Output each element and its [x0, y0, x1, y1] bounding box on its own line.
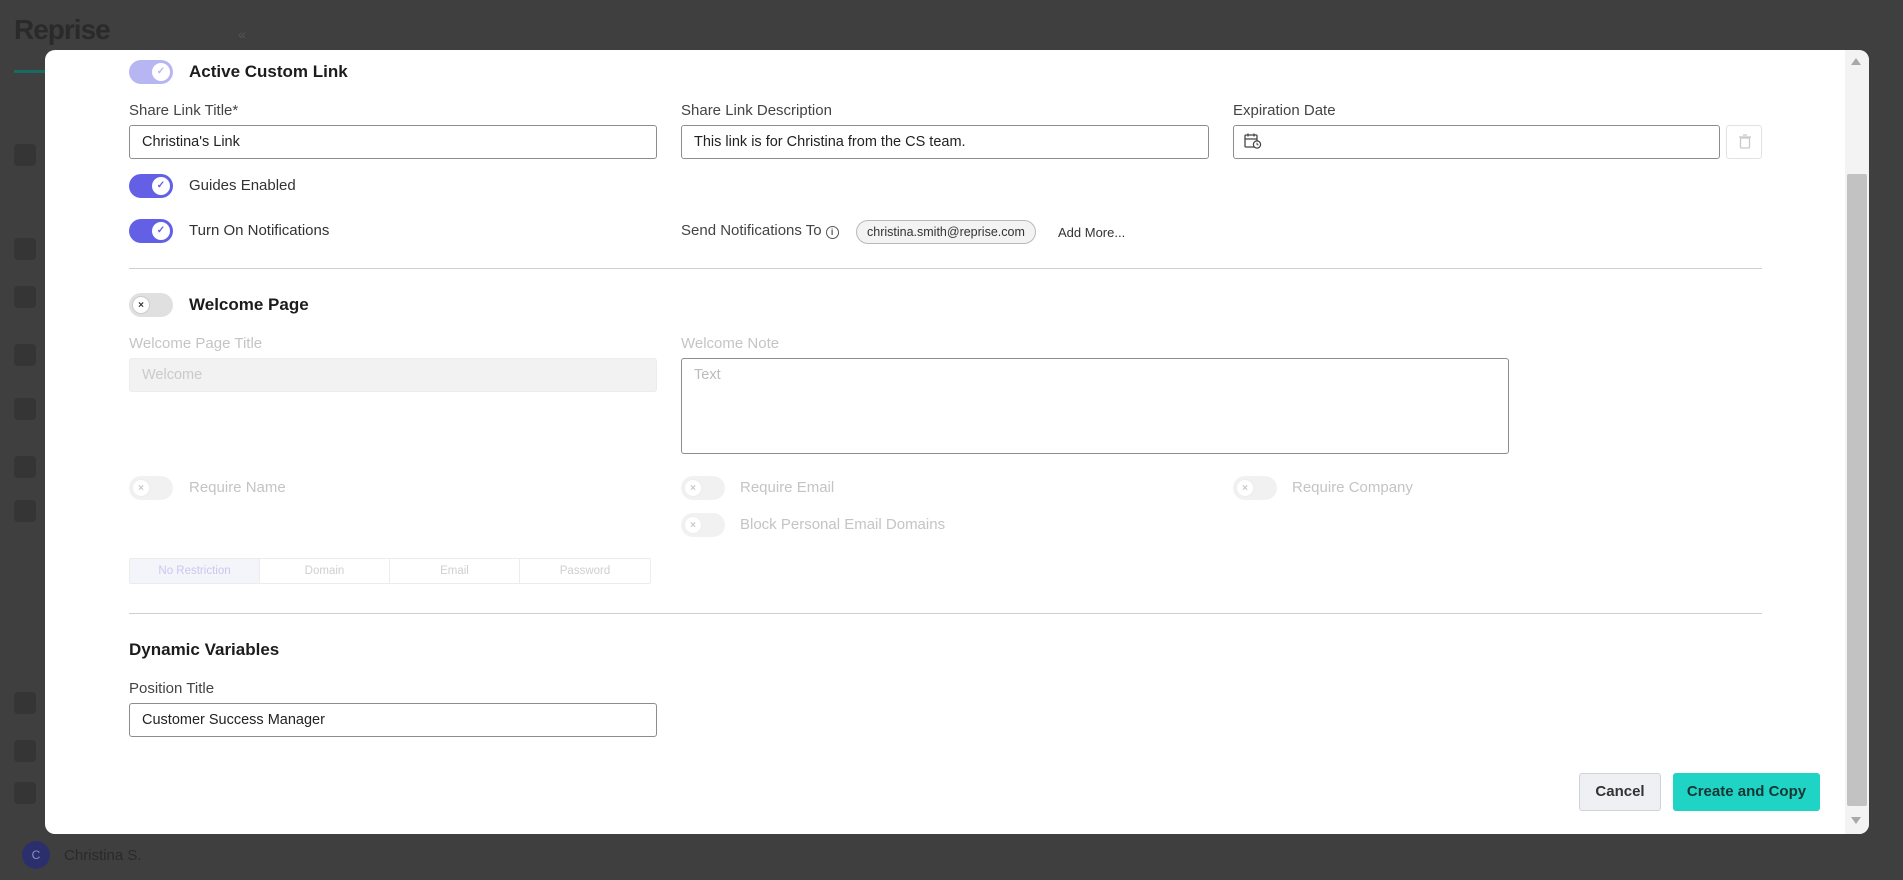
cancel-button[interactable]: Cancel — [1579, 773, 1661, 811]
sidebar-item — [14, 398, 44, 420]
require-name-label: Require Name — [189, 479, 286, 496]
sidebar-item — [14, 692, 44, 714]
notifications-label: Turn On Notifications — [189, 222, 330, 239]
nav-icon — [14, 144, 36, 166]
nav-icon — [14, 238, 36, 260]
nav-icon — [14, 456, 36, 478]
info-icon[interactable]: i — [825, 226, 839, 239]
sidebar-item — [14, 144, 44, 166]
require-name-toggle[interactable]: × — [129, 476, 173, 500]
x-icon: × — [132, 479, 150, 497]
position-title-input[interactable]: Customer Success Manager — [129, 703, 657, 737]
sidebar-item — [14, 286, 44, 308]
expiration-date-label: Expiration Date — [1233, 102, 1336, 119]
welcome-page-title-input[interactable]: Welcome — [129, 358, 657, 392]
share-link-title-label: Share Link Title* — [129, 102, 239, 119]
x-icon: × — [684, 516, 702, 534]
require-email-label: Require Email — [740, 479, 835, 496]
nav-icon — [14, 398, 36, 420]
sidebar-item — [14, 344, 44, 366]
scroll-up-arrow-icon[interactable] — [1851, 58, 1861, 65]
require-company-toggle[interactable]: × — [1233, 476, 1277, 500]
clear-date-button[interactable] — [1726, 125, 1762, 159]
scroll-thumb[interactable] — [1847, 174, 1867, 806]
notifications-toggle[interactable]: ✓ — [129, 219, 173, 243]
restriction-option-none[interactable]: No Restriction — [130, 559, 260, 583]
restriction-segmented-control: No Restriction Domain Email Password — [129, 558, 651, 584]
trash-icon — [1739, 134, 1751, 149]
user-name: Christina S. — [64, 847, 142, 864]
sidebar-item — [14, 740, 44, 762]
divider — [129, 268, 1762, 269]
active-custom-link-label: Active Custom Link — [189, 62, 348, 81]
sidebar-item — [14, 238, 44, 260]
nav-icon — [14, 782, 36, 804]
add-more-link[interactable]: Add More... — [1058, 225, 1125, 240]
check-icon: ✓ — [152, 222, 170, 240]
nav-icon — [14, 286, 36, 308]
sidebar-item — [14, 500, 44, 522]
sidebar-item — [14, 456, 44, 478]
recipient-chip[interactable]: christina.smith@reprise.com — [856, 220, 1036, 244]
dynamic-variables-title: Dynamic Variables — [129, 640, 280, 659]
welcome-page-title-label: Welcome Page Title — [129, 335, 263, 352]
block-personal-email-toggle[interactable]: × — [681, 513, 725, 537]
send-notifications-label: Send Notifications To i — [681, 222, 839, 239]
restriction-option-email[interactable]: Email — [390, 559, 520, 583]
welcome-note-label: Welcome Note — [681, 335, 780, 352]
sidebar-item — [14, 782, 44, 804]
check-icon: ✓ — [152, 177, 170, 195]
restriction-option-password[interactable]: Password — [520, 559, 650, 583]
share-link-title-input[interactable]: Christina's Link — [129, 125, 657, 159]
nav-icon — [14, 500, 36, 522]
x-icon: × — [1236, 479, 1254, 497]
share-link-description-label: Share Link Description — [681, 102, 832, 119]
x-icon: × — [684, 479, 702, 497]
active-custom-link-toggle[interactable]: ✓ — [129, 60, 173, 84]
app-logo: Reprise — [14, 14, 111, 45]
nav-icon — [14, 344, 36, 366]
send-notifications-text: Send Notifications To — [681, 222, 822, 239]
x-icon: × — [132, 296, 150, 314]
welcome-page-label: Welcome Page — [189, 295, 309, 314]
share-link-description-input[interactable]: This link is for Christina from the CS t… — [681, 125, 1209, 159]
nav-icon — [14, 740, 36, 762]
calendar-icon — [1244, 133, 1262, 149]
require-company-label: Require Company — [1292, 479, 1413, 496]
restriction-option-domain[interactable]: Domain — [260, 559, 390, 583]
check-icon: ✓ — [152, 63, 170, 81]
scroll-down-arrow-icon[interactable] — [1851, 817, 1861, 824]
create-and-copy-button[interactable]: Create and Copy — [1673, 773, 1820, 811]
nav-icon — [14, 692, 36, 714]
expiration-date-input[interactable] — [1233, 125, 1720, 159]
welcome-page-toggle[interactable]: × — [129, 293, 173, 317]
block-personal-email-label: Block Personal Email Domains — [740, 516, 946, 533]
guides-enabled-label: Guides Enabled — [189, 177, 296, 194]
require-email-toggle[interactable]: × — [681, 476, 725, 500]
welcome-note-textarea[interactable]: Text — [681, 358, 1509, 454]
avatar: C — [22, 841, 50, 869]
collapse-chevron-icon: « — [238, 26, 246, 42]
divider — [129, 613, 1762, 614]
create-link-modal: ✓ Active Custom Link Share Link Title* C… — [45, 50, 1869, 834]
position-title-label: Position Title — [129, 680, 215, 697]
guides-enabled-toggle[interactable]: ✓ — [129, 174, 173, 198]
modal-scrollbar[interactable] — [1845, 50, 1869, 834]
